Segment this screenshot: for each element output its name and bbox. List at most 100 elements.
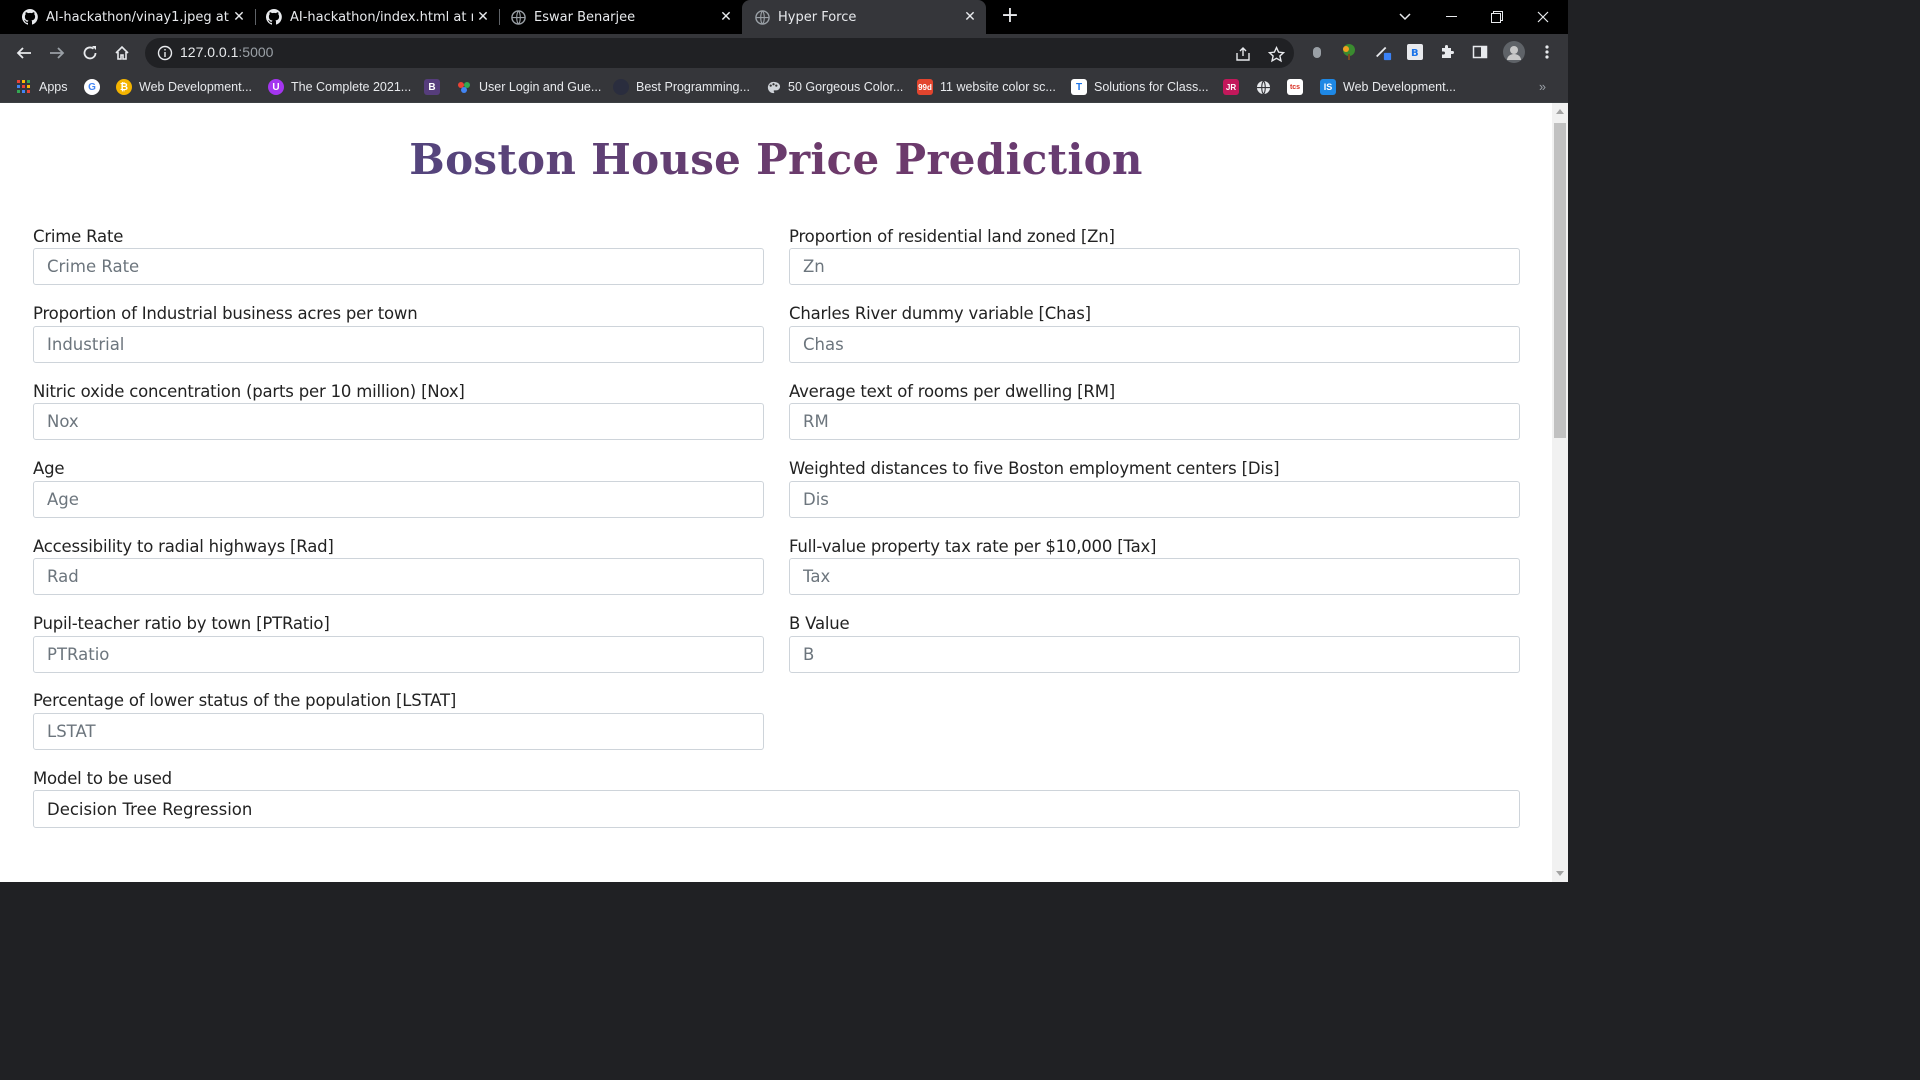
bookmark-label: Apps xyxy=(39,80,68,94)
bookmark-solutions-for-class[interactable]: T Solutions for Class... xyxy=(1071,78,1209,96)
tcs-icon: tcs xyxy=(1287,79,1303,95)
restore-button[interactable] xyxy=(1474,0,1520,34)
bookmark-web-development-2[interactable]: IS Web Development... xyxy=(1320,78,1456,96)
scroll-up-arrow[interactable] xyxy=(1556,109,1564,114)
ptratio-input[interactable] xyxy=(33,636,764,673)
close-window-button[interactable] xyxy=(1520,0,1566,34)
page-title: Boston House Price Prediction xyxy=(0,135,1552,184)
b-value-label: B Value xyxy=(789,614,850,633)
close-tab-icon[interactable]: ✕ xyxy=(716,9,736,25)
bookmark-bootstrap[interactable]: B xyxy=(424,78,447,96)
browser-menu-icon[interactable] xyxy=(1538,43,1556,61)
extension-gray-icon[interactable] xyxy=(1308,43,1326,61)
tab-search-icon[interactable] xyxy=(1382,0,1428,34)
b-value-input[interactable] xyxy=(789,636,1520,673)
dark-circle-icon xyxy=(613,79,629,95)
page-scrollbar[interactable] xyxy=(1552,103,1568,882)
tab-title: Eswar Benarjee xyxy=(534,9,636,25)
bookmark-google[interactable]: G xyxy=(84,78,107,96)
profile-avatar[interactable] xyxy=(1503,41,1525,63)
tab-eswar[interactable]: Eswar Benarjee ✕ xyxy=(488,0,742,34)
forward-button[interactable] xyxy=(45,41,69,65)
tab-title: Hyper Force xyxy=(778,9,857,25)
share-icon[interactable] xyxy=(1234,45,1252,63)
page-viewport: Boston House Price Prediction Crime Rate… xyxy=(0,103,1552,882)
bookmark-web-development-1[interactable]: ₿ Web Development... xyxy=(116,78,252,96)
tab-hyper-force[interactable]: Hyper Force ✕ xyxy=(742,0,986,34)
rad-input[interactable] xyxy=(33,558,764,595)
industrial-input[interactable] xyxy=(33,326,764,363)
tab-title: AI-hackathon/index.html at mast xyxy=(290,9,473,25)
chas-input[interactable] xyxy=(789,326,1520,363)
svg-text:B: B xyxy=(1411,48,1419,59)
bookmark-website-color-schemes[interactable]: 99d 11 website color sc... xyxy=(917,78,1056,96)
age-label: Age xyxy=(33,459,65,478)
bookmark-tcs[interactable]: tcs xyxy=(1287,78,1310,96)
age-input[interactable] xyxy=(33,481,764,518)
bookmark-gorgeous-color[interactable]: 50 Gorgeous Color... xyxy=(765,78,903,96)
reload-button[interactable] xyxy=(78,41,102,65)
home-button[interactable] xyxy=(110,41,134,65)
tab-index-html[interactable]: AI-hackathon/index.html at mast ✕ xyxy=(244,0,499,34)
t-icon: T xyxy=(1071,79,1087,95)
address-bar[interactable]: 127.0.0.1:5000 xyxy=(145,38,1294,68)
palette-icon xyxy=(765,79,781,95)
bookmark-jr[interactable]: JR xyxy=(1223,78,1246,96)
globe-icon xyxy=(754,9,770,25)
minimize-button[interactable] xyxy=(1428,0,1474,34)
tax-label: Full-value property tax rate per $10,000… xyxy=(789,537,1157,556)
extensions-puzzle-icon[interactable] xyxy=(1438,43,1456,61)
github-icon xyxy=(266,9,282,25)
github-icon xyxy=(22,9,38,25)
zn-input[interactable] xyxy=(789,248,1520,285)
99designs-icon: 99d xyxy=(917,79,933,95)
zn-label: Proportion of residential land zoned [Zn… xyxy=(789,227,1115,246)
dis-input[interactable] xyxy=(789,481,1520,518)
close-tab-icon[interactable]: ✕ xyxy=(960,9,980,25)
bookmark-label: Web Development... xyxy=(1343,80,1457,94)
side-panel-icon[interactable] xyxy=(1471,43,1489,61)
bookmark-label: Best Programming... xyxy=(636,80,750,94)
crime-rate-input[interactable] xyxy=(33,248,764,285)
lstat-input[interactable] xyxy=(33,713,764,750)
bookmarks-overflow-icon[interactable]: » xyxy=(1539,78,1546,96)
bookmark-user-login[interactable]: User Login and Gue... xyxy=(456,78,601,96)
site-info-icon[interactable] xyxy=(157,45,173,65)
ptratio-label: Pupil-teacher ratio by town [PTRatio] xyxy=(33,614,330,633)
model-label: Model to be used xyxy=(33,769,172,788)
url-port: :5000 xyxy=(238,44,274,60)
google-icon: G xyxy=(84,79,100,95)
bookmark-label: Web Development... xyxy=(139,80,253,94)
bootstrap-icon: B xyxy=(424,79,440,95)
bookmark-globe[interactable] xyxy=(1255,78,1278,96)
bitcoin-icon: ₿ xyxy=(116,79,132,95)
scrollbar-thumb[interactable] xyxy=(1554,123,1566,438)
bookmark-label: The Complete 2021... xyxy=(291,80,412,94)
url-host: 127.0.0.1 xyxy=(180,44,239,60)
back-button[interactable] xyxy=(12,41,36,65)
lstat-label: Percentage of lower status of the popula… xyxy=(33,691,457,710)
bookmark-label: 11 website color sc... xyxy=(940,80,1056,94)
bookmark-star-icon[interactable] xyxy=(1267,45,1285,63)
jr-icon: JR xyxy=(1223,79,1239,95)
url-text: 127.0.0.1:5000 xyxy=(180,44,273,60)
tax-input[interactable] xyxy=(789,558,1520,595)
nox-label: Nitric oxide concentration (parts per 10… xyxy=(33,382,465,401)
rm-input[interactable] xyxy=(789,403,1520,440)
tab-vinay1[interactable]: AI-hackathon/vinay1.jpeg at mas ✕ xyxy=(0,0,255,34)
dis-label: Weighted distances to five Boston employ… xyxy=(789,459,1280,478)
new-tab-button[interactable]: + xyxy=(999,5,1021,27)
extension-b-icon[interactable]: B xyxy=(1406,43,1424,61)
bookmark-best-programming[interactable]: Best Programming... xyxy=(613,78,750,96)
udemy-icon: U xyxy=(268,79,284,95)
bookmark-label: 50 Gorgeous Color... xyxy=(788,80,904,94)
is-icon: IS xyxy=(1320,79,1336,95)
extension-pen-icon[interactable] xyxy=(1374,43,1392,61)
nox-input[interactable] xyxy=(33,403,764,440)
bookmark-apps[interactable]: Apps xyxy=(16,78,68,96)
chas-label: Charles River dummy variable [Chas] xyxy=(789,304,1091,323)
scroll-down-arrow[interactable] xyxy=(1556,871,1564,876)
extension-tree-icon[interactable] xyxy=(1340,43,1358,61)
bookmark-complete-2021[interactable]: U The Complete 2021... xyxy=(268,78,411,96)
model-select[interactable]: Decision Tree Regression xyxy=(33,790,1520,828)
